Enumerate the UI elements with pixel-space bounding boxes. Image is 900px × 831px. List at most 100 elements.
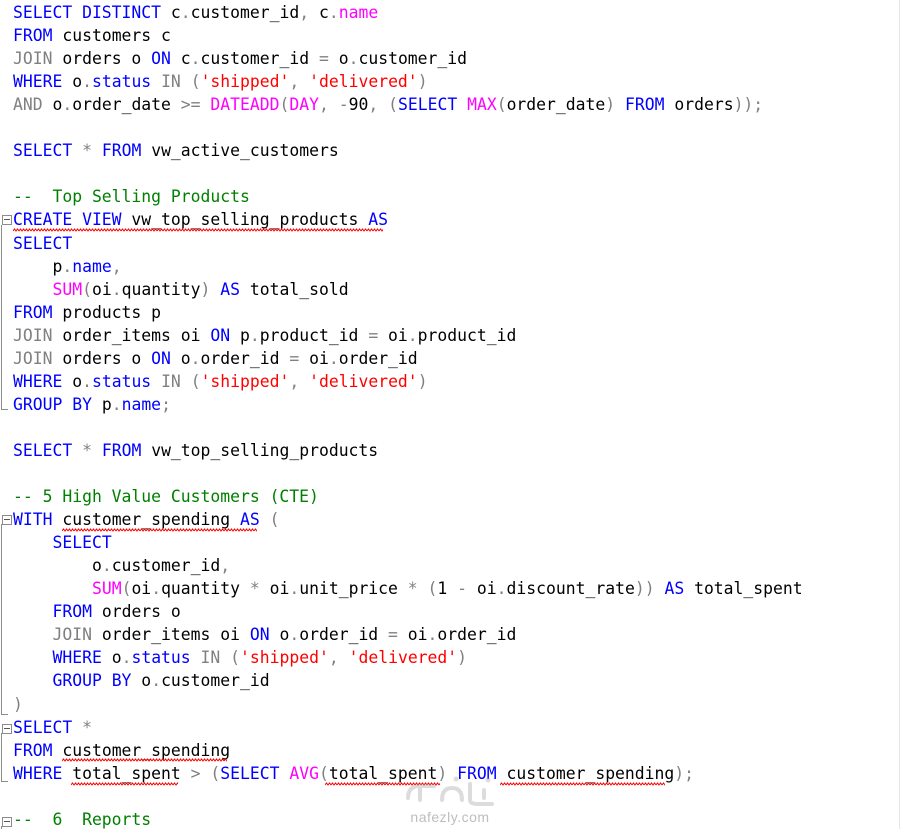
- code-token: product_id: [259, 325, 369, 345]
- code-token: SUM: [91, 579, 122, 599]
- code-token: CREATE VIEW: [13, 210, 122, 230]
- code-token: =: [368, 325, 379, 345]
- code-token: customer_spending: [496, 763, 675, 783]
- code-token: IN: [161, 371, 181, 391]
- code-token: .: [407, 325, 418, 345]
- code-token: FROM: [13, 740, 53, 760]
- code-line[interactable]: SELECT * FROM vw_top_selling_products: [13, 439, 378, 462]
- code-line[interactable]: SELECT: [13, 232, 72, 255]
- code-token: o: [62, 371, 83, 391]
- code-line[interactable]: JOIN orders o ON o.order_id = oi.order_i…: [13, 347, 418, 370]
- outline-end-cte: [1, 714, 8, 715]
- code-line[interactable]: GROUP BY p.name;: [13, 393, 171, 416]
- code-token: FROM: [101, 440, 142, 460]
- code-line[interactable]: o.customer_id,: [13, 554, 230, 577]
- code-line[interactable]: AND o.order_date >= DATEADD(DAY, -90, (S…: [13, 93, 763, 116]
- code-token: product_id: [417, 325, 517, 345]
- code-token: (: [269, 510, 280, 530]
- code-token: customer_id: [111, 556, 221, 576]
- error-underline: [500, 782, 665, 786]
- code-token: =: [318, 49, 329, 69]
- code-token: .: [121, 648, 132, 668]
- code-token: =: [289, 348, 300, 368]
- code-line[interactable]: -- Top Selling Products: [13, 185, 250, 208]
- code-token: o: [13, 556, 102, 576]
- code-line[interactable]: FROM orders o: [13, 600, 181, 623]
- code-token: MAX: [467, 95, 497, 115]
- code-line[interactable]: SELECT *: [13, 716, 92, 739]
- code-line[interactable]: FROM products p: [13, 301, 161, 324]
- code-token: orders o: [91, 602, 181, 622]
- code-token: SELECT DISTINCT: [13, 3, 162, 22]
- code-token: (: [496, 95, 507, 115]
- code-token: oi: [259, 579, 290, 599]
- code-token: status: [91, 371, 152, 391]
- code-token: SELECT: [397, 95, 458, 115]
- code-token: IN: [200, 648, 221, 668]
- code-token: >: [190, 763, 201, 783]
- code-line[interactable]: WHERE o.status IN ('shipped', 'delivered…: [13, 646, 467, 669]
- code-token: =: [388, 625, 398, 645]
- code-token: .: [82, 371, 92, 391]
- code-line[interactable]: JOIN order_items oi ON o.order_id = oi.o…: [13, 623, 516, 646]
- code-token: ,: [299, 3, 310, 22]
- code-token: oi: [131, 579, 152, 599]
- error-underline: [13, 228, 383, 232]
- code-line[interactable]: SELECT: [13, 531, 111, 554]
- code-token: ON: [249, 625, 270, 645]
- code-line[interactable]: ): [13, 693, 23, 716]
- code-line[interactable]: SUM(oi.quantity) AS total_sold: [13, 278, 348, 301]
- code-token: quantity: [161, 579, 250, 599]
- code-token: .: [101, 556, 112, 576]
- code-token: FROM: [625, 95, 665, 115]
- code-token: 90: [348, 95, 369, 115]
- code-token: o: [42, 95, 63, 115]
- code-token: 'delivered': [309, 371, 418, 391]
- code-token: 1: [437, 579, 458, 599]
- code-token: .: [111, 394, 122, 414]
- code-line[interactable]: SUM(oi.quantity * oi.unit_price * (1 - o…: [13, 577, 803, 600]
- code-line[interactable]: SELECT * FROM vw_active_customers: [13, 139, 339, 162]
- code-token: (: [210, 763, 221, 783]
- code-line[interactable]: WHERE o.status IN ('shipped', 'delivered…: [13, 370, 428, 393]
- code-line[interactable]: p.name,: [13, 255, 121, 278]
- code-token: FROM: [101, 141, 142, 161]
- code-token: o: [131, 671, 152, 691]
- code-line[interactable]: -- 5 High Value Customers (CTE): [13, 485, 319, 508]
- code-line[interactable]: JOIN order_items oi ON p.product_id = oi…: [13, 324, 516, 347]
- collapse-reports-icon[interactable]: [2, 817, 12, 827]
- code-token: WHERE: [13, 371, 63, 391]
- code-token: total_spent: [684, 579, 803, 599]
- code-token: (: [427, 579, 438, 599]
- collapse-cte-icon[interactable]: [2, 515, 12, 525]
- code-token: oi: [467, 579, 497, 599]
- code-token: ): [457, 648, 468, 668]
- code-token: .: [62, 256, 73, 276]
- collapse-view-icon[interactable]: [2, 215, 12, 225]
- collapse-select-icon[interactable]: [2, 724, 12, 734]
- code-token: -- 6 Reports: [13, 809, 152, 829]
- code-token: ,: [318, 95, 329, 115]
- code-line[interactable]: FROM customers c: [13, 24, 171, 47]
- code-token: .: [151, 671, 162, 691]
- code-line[interactable]: JOIN orders o ON c.customer_id = o.custo…: [13, 47, 467, 70]
- code-token: SELECT: [13, 233, 73, 253]
- code-line[interactable]: WHERE o.status IN ('shipped', 'delivered…: [13, 70, 428, 93]
- code-line[interactable]: GROUP BY o.customer_id: [13, 669, 269, 692]
- sql-editor[interactable]: SELECT DISTINCT c.customer_id, c.name FRO…: [0, 0, 900, 829]
- code-line[interactable]: -- 6 Reports: [13, 808, 151, 831]
- code-token: (: [388, 95, 398, 115]
- code-line[interactable]: SELECT DISTINCT c.customer_id, c.name: [13, 1, 378, 24]
- code-token: vw_top_selling_products: [121, 210, 369, 230]
